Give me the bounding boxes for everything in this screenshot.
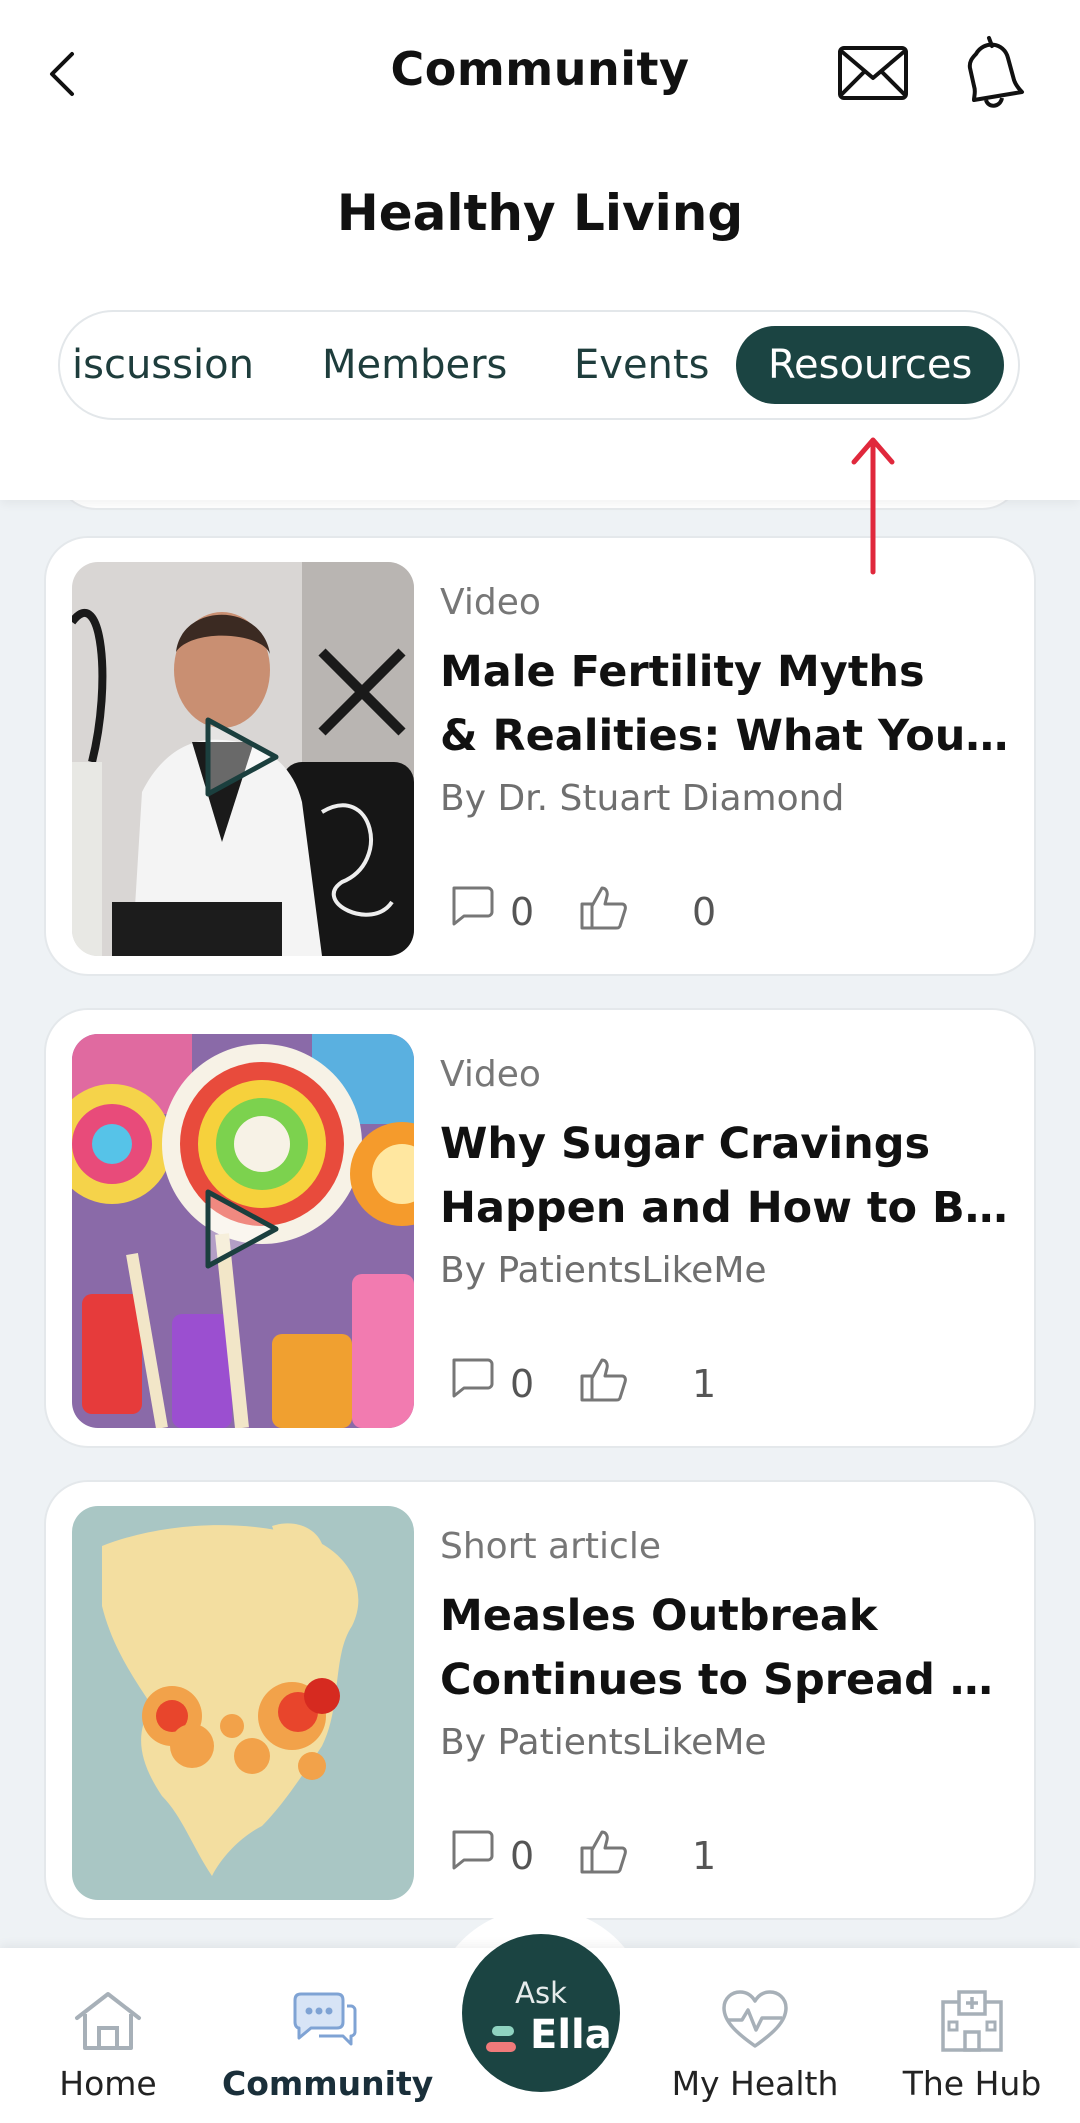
tab-resources[interactable]: Resources (736, 326, 1005, 404)
play-icon[interactable] (200, 712, 284, 802)
nav-community[interactable]: Community (222, 1988, 434, 2103)
tab-bar: iscussion Members Events Resources (58, 310, 1020, 420)
speech-bubble-icon[interactable] (448, 1828, 494, 1872)
ask-ella-top-label: Ask (515, 1976, 567, 2010)
home-icon (75, 1992, 141, 2050)
thumbs-up-icon[interactable] (578, 1828, 628, 1874)
thumbs-up-icon[interactable] (578, 884, 628, 930)
thumbs-up-icon[interactable] (578, 1356, 628, 1402)
nav-home-label: Home (59, 2064, 157, 2103)
group-title: Healthy Living (336, 184, 744, 242)
messages-button[interactable] (836, 42, 910, 104)
notifications-button[interactable] (956, 34, 1026, 110)
annotation-arrow (851, 437, 895, 575)
resource-author: By Dr. Stuart Diamond (440, 778, 845, 819)
resource-title[interactable]: Male Fertility Myths & Realities: What Y… (440, 640, 1020, 768)
nav-community-label: Community (222, 2064, 434, 2103)
resource-type: Short article (440, 1526, 661, 1567)
speech-bubble-icon[interactable] (448, 1356, 494, 1400)
page-title: Community (390, 42, 690, 96)
resource-title[interactable]: Measles Outbreak Continues to Spread A..… (440, 1584, 1020, 1712)
doctor-video-thumbnail (72, 562, 414, 956)
ask-ella-button[interactable]: Ask Ella (462, 1934, 620, 2092)
envelope-icon (838, 46, 908, 100)
comment-count: 0 (510, 890, 535, 934)
resource-author: By PatientsLikeMe (440, 1250, 767, 1291)
resource-card[interactable]: Short article Measles Outbreak Continues… (44, 1480, 1036, 1920)
tab-discussion[interactable]: iscussion (72, 326, 254, 404)
speech-bubble-icon[interactable] (448, 884, 494, 928)
play-icon[interactable] (200, 1184, 284, 1274)
nav-the-hub[interactable]: The Hub (872, 1988, 1072, 2103)
nav-the-hub-label: The Hub (902, 2064, 1042, 2103)
comment-count: 0 (510, 1834, 535, 1878)
resource-title[interactable]: Why Sugar Cravings Happen and How to Be.… (440, 1112, 1020, 1240)
nav-home[interactable]: Home (8, 1988, 208, 2103)
like-count: 1 (692, 1834, 717, 1878)
nav-my-health-label: My Health (671, 2064, 839, 2103)
header: Community Healthy Living iscussion Membe… (0, 0, 1080, 500)
like-count: 1 (692, 1362, 717, 1406)
hospital-icon (941, 1990, 1003, 2052)
north-america-map-thumbnail (72, 1506, 414, 1900)
resource-type: Video (440, 1054, 541, 1095)
ella-logo-mark (486, 2042, 516, 2052)
resource-author: By PatientsLikeMe (440, 1722, 767, 1763)
resource-type: Video (440, 582, 541, 623)
tab-members[interactable]: Members (322, 326, 507, 404)
ask-ella-label: Ella (530, 2012, 612, 2058)
chat-bubbles-icon (293, 1992, 357, 2046)
tab-events[interactable]: Events (574, 326, 709, 404)
heart-pulse-icon (722, 1990, 788, 2048)
candy-video-thumbnail (72, 1034, 414, 1428)
ella-logo-mark (492, 2026, 514, 2036)
resource-card[interactable]: Video Why Sugar Cravings Happen and How … (44, 1008, 1036, 1448)
like-count: 0 (692, 890, 717, 934)
bell-icon (967, 36, 1024, 108)
comment-count: 0 (510, 1362, 535, 1406)
nav-my-health[interactable]: My Health (655, 1988, 855, 2103)
resource-card[interactable]: Video Male Fertility Myths & Realities: … (44, 536, 1036, 976)
